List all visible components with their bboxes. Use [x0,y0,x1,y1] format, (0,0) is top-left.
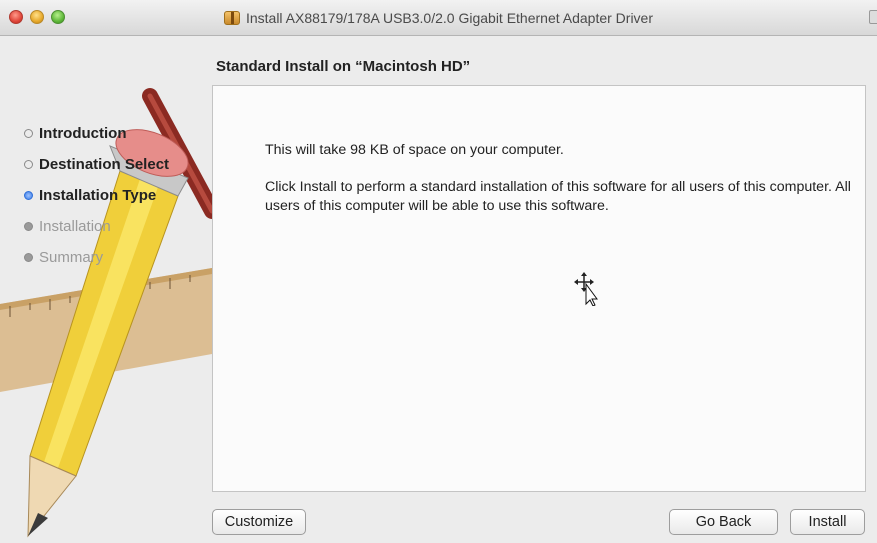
package-icon [223,11,240,25]
step-introduction: Introduction [24,118,169,149]
window-title-container: Install AX88179/178A USB3.0/2.0 Gigabit … [0,0,877,36]
step-summary: Summary [24,242,169,273]
step-label: Destination Select [39,156,170,173]
move-cursor-icon [574,272,598,306]
step-bullet [24,160,33,169]
step-label: Introduction [39,125,127,142]
installer-steps: Introduction Destination Select Installa… [24,118,169,273]
step-label: Installation Type [39,187,157,204]
installer-artwork [0,88,212,538]
step-bullet [24,191,33,200]
step-label: Installation [39,218,111,235]
step-bullet [24,222,33,231]
page-heading: Standard Install on “Macintosh HD” [216,58,471,75]
step-installation-type: Installation Type [24,180,169,211]
install-description-text: Click Install to perform a standard inst… [265,179,851,214]
step-installation: Installation [24,211,169,242]
title-bar: Install AX88179/178A USB3.0/2.0 Gigabit … [0,0,877,36]
customize-button[interactable]: Customize [212,509,306,535]
step-bullet [24,253,33,262]
lock-icon [869,10,877,24]
step-label: Summary [39,249,104,266]
space-required-text: This will take 98 KB of space on your co… [265,142,564,158]
content-panel: This will take 98 KB of space on your co… [212,85,866,492]
content-text: This will take 98 KB of space on your co… [265,141,855,234]
window-title: Install AX88179/178A USB3.0/2.0 Gigabit … [245,10,654,26]
step-destination-select: Destination Select [24,149,169,180]
step-bullet [24,129,33,138]
install-button[interactable]: Install [790,509,865,535]
go-back-button[interactable]: Go Back [669,509,778,535]
